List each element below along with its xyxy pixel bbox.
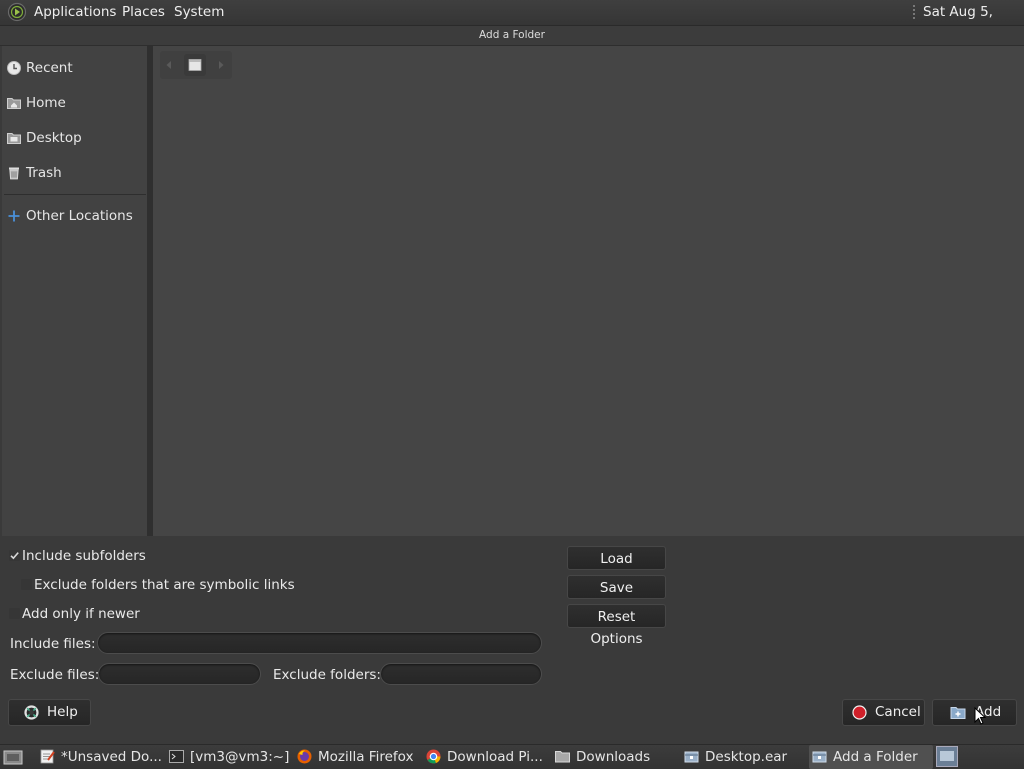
folder-icon [554,748,571,765]
text-editor-icon [39,748,56,765]
sidebar-item-label: Desktop [26,130,82,146]
home-folder-icon [6,95,22,111]
sidebar-item-home[interactable]: Home [2,88,147,118]
dialog-title: Add a Folder [479,29,545,41]
taskbar: *Unsaved Do... [vm3@vm3:~] Mozilla Firef… [0,744,1024,769]
taskbar-item-label: [vm3@vm3:~] [190,749,290,765]
applications-menu[interactable]: Applications [34,0,116,25]
taskbar-item-label: Downloads [576,749,651,765]
add-folder-icon [950,705,966,720]
add-only-newer-label: Add only if newer [22,606,140,622]
taskbar-item-label: *Unsaved Do... [61,749,162,765]
sidebar-divider [4,194,146,195]
sidebar-item-trash[interactable]: Trash [2,158,147,188]
places-menu[interactable]: Places [122,0,165,25]
sidebar-item-desktop[interactable]: Desktop [2,123,147,153]
taskbar-item-text-editor[interactable]: *Unsaved Do... [37,745,162,769]
exclude-folders-label: Exclude folders: [273,667,381,683]
show-desktop-icon[interactable] [3,748,23,766]
system-menu[interactable]: System [174,0,224,25]
places-sidebar: Recent Home Desktop Trash Other Location… [2,46,148,536]
path-scroll-left-icon[interactable] [165,60,173,70]
exclude-files-input[interactable] [98,663,261,685]
archive-manager-icon [811,748,828,765]
archive-icon [683,748,700,765]
taskbar-item-downloads[interactable]: Downloads [552,745,676,769]
firefox-icon [296,748,313,765]
taskbar-item-terminal[interactable]: [vm3@vm3:~] [166,745,289,769]
path-root-button[interactable] [184,54,206,76]
cancel-label: Cancel [875,704,921,720]
include-subfolders-label: Include subfolders [22,548,146,564]
cancel-button[interactable]: Cancel [842,699,925,726]
workspace-switcher-icon[interactable] [936,746,958,767]
help-label: Help [47,704,78,720]
reset-options-button[interactable]: Reset Options [567,604,666,647]
path-bar [160,51,232,79]
cancel-icon [852,705,867,720]
taskbar-item-label: Mozilla Firefox [318,749,414,765]
taskbar-item-chrome[interactable]: Download Pi... [423,745,547,769]
sidebar-item-label: Trash [26,165,62,181]
exclude-files-label: Exclude files: [10,667,100,683]
include-files-input[interactable] [97,632,542,654]
dialog-title-bar[interactable]: Add a Folder [0,26,1024,46]
checkmark-icon [9,550,20,561]
taskbar-item-label: Desktop.ear [705,749,788,765]
taskbar-item-add-folder[interactable]: Add a Folder [809,745,933,769]
checkbox-box-icon [21,579,32,590]
clock-icon [6,60,22,76]
sidebar-item-label: Other Locations [26,208,133,224]
exclude-symlinks-label: Exclude folders that are symbolic links [34,577,295,593]
taskbar-item-label: Download Pi... [447,749,543,765]
help-icon [24,705,39,720]
mouse-pointer-icon [974,707,986,725]
checkbox-box-icon [9,608,20,619]
top-panel: Applications Places System Sat Aug 5, 06… [0,0,1024,44]
trash-icon [6,165,22,181]
main-menu-icon[interactable] [6,2,28,22]
terminal-icon [168,748,185,765]
save-options-button[interactable]: Save Options [567,575,666,618]
sidebar-item-recent[interactable]: Recent [2,53,147,83]
taskbar-item-label: Add a Folder [833,749,918,765]
sidebar-item-label: Recent [26,60,73,76]
taskbar-item-firefox[interactable]: Mozilla Firefox [294,745,418,769]
sidebar-item-other-locations[interactable]: Other Locations [2,201,147,231]
desktop-folder-icon [6,130,22,146]
path-scroll-right-icon[interactable] [217,60,225,70]
chrome-icon [425,748,442,765]
file-list-pane[interactable] [153,46,1024,536]
help-button[interactable]: Help [8,699,91,726]
sidebar-item-label: Home [26,95,66,111]
plus-icon [6,208,22,224]
taskbar-item-desktop-ear[interactable]: Desktop.ear [681,745,805,769]
exclude-folders-input[interactable] [380,663,542,685]
load-options-button[interactable]: Load Options [567,546,666,589]
include-files-label: Include files: [10,636,96,652]
panel-handle [912,4,916,21]
